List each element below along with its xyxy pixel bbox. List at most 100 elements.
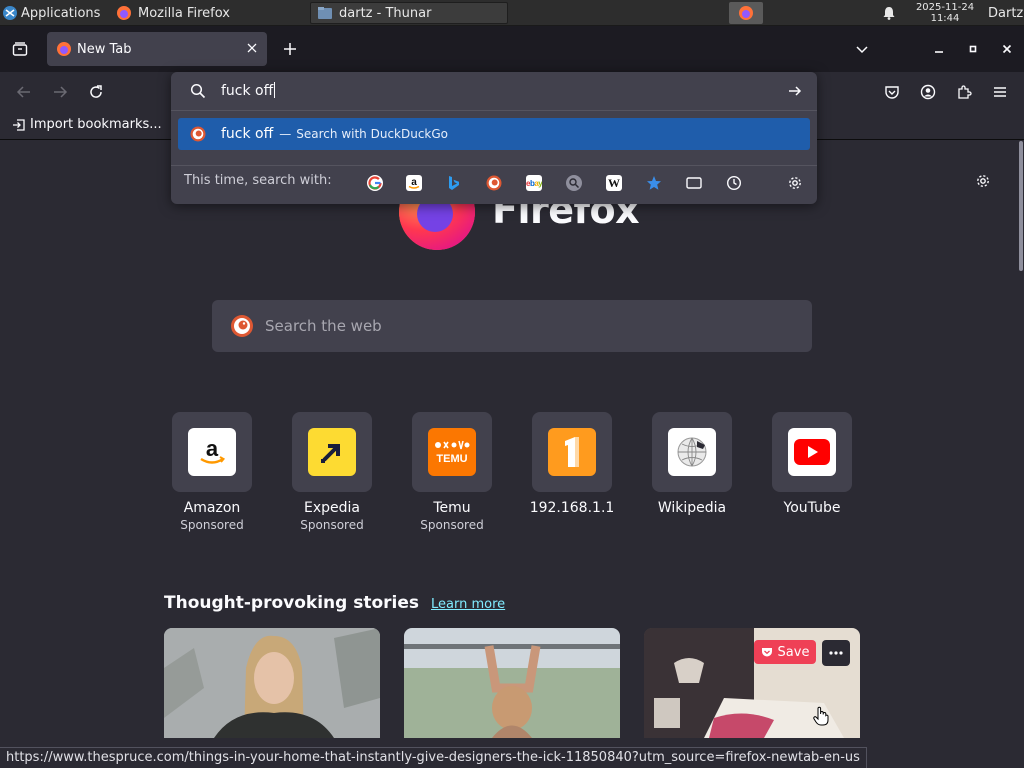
import-bookmarks-button[interactable]: Import bookmarks... xyxy=(12,117,162,132)
story-context-menu-button[interactable] xyxy=(822,640,850,666)
list-all-tabs-button[interactable] xyxy=(848,35,876,63)
gear-icon xyxy=(975,173,991,189)
new-tab-button[interactable] xyxy=(276,35,304,63)
tab-title: New Tab xyxy=(77,41,132,57)
web-search-box[interactable]: Search the web xyxy=(212,300,812,352)
back-button[interactable] xyxy=(10,78,38,106)
divider xyxy=(171,110,817,111)
top-site-label: Temu xyxy=(433,500,471,516)
close-window-button[interactable] xyxy=(993,35,1021,63)
wikipedia-icon[interactable]: W xyxy=(606,175,622,191)
wikipedia-globe-icon xyxy=(668,428,716,476)
bing-icon[interactable] xyxy=(446,175,462,191)
firefox-icon xyxy=(738,5,754,21)
close-tab-icon[interactable] xyxy=(247,43,257,53)
applications-menu[interactable]: Applications xyxy=(2,0,100,26)
top-site-192-168-1-1[interactable] xyxy=(532,412,612,492)
one-off-label: This time, search with: xyxy=(184,173,332,188)
save-label: Save xyxy=(777,644,810,660)
applications-label: Applications xyxy=(21,5,101,21)
top-site-label: 192.168.1.1 xyxy=(529,500,615,516)
page-scrollbar[interactable] xyxy=(1019,141,1023,271)
notifications-icon[interactable] xyxy=(882,0,896,26)
top-site-expedia[interactable] xyxy=(292,412,372,492)
maximize-button[interactable] xyxy=(959,35,987,63)
suggestion-action: Search with DuckDuckGo xyxy=(296,127,449,141)
stories-heading: Thought-provoking stories xyxy=(164,593,420,613)
top-site-label: Expedia xyxy=(304,500,360,516)
minimize-button[interactable] xyxy=(925,35,953,63)
story-card[interactable] xyxy=(164,628,380,738)
pocket-icon xyxy=(884,84,900,100)
arrow-left-icon xyxy=(16,84,32,100)
top-site-amazon[interactable]: a xyxy=(172,412,252,492)
tabs-icon[interactable] xyxy=(686,175,702,191)
customize-button[interactable] xyxy=(969,167,997,195)
minimize-icon xyxy=(934,44,944,54)
puzzle-icon xyxy=(956,84,972,100)
top-site-youtube[interactable] xyxy=(772,412,852,492)
address-bar-input[interactable]: fuck off xyxy=(221,82,275,99)
learn-more-link[interactable]: Learn more xyxy=(431,597,505,612)
hand-pointer-cursor-icon xyxy=(812,706,830,726)
clock[interactable]: 2025-11-24 11:44 xyxy=(910,0,980,26)
firefox-view-button[interactable] xyxy=(6,35,34,63)
svg-text:ebay: ebay xyxy=(526,179,542,188)
expedia-icon xyxy=(308,428,356,476)
search-engine-icon[interactable] xyxy=(566,175,582,191)
account-icon xyxy=(920,84,936,100)
search-settings-gear-icon[interactable] xyxy=(787,175,803,191)
top-site-temu[interactable]: TEMU xyxy=(412,412,492,492)
sponsored-label: Sponsored xyxy=(300,518,364,532)
import-icon xyxy=(12,118,26,132)
amazon-icon[interactable]: a xyxy=(406,175,422,191)
clock-date: 2025-11-24 xyxy=(915,2,975,13)
go-arrow-icon[interactable] xyxy=(787,83,803,99)
search-suggestion-row[interactable]: fuck off — Search with DuckDuckGo xyxy=(178,118,810,150)
story-card[interactable] xyxy=(404,628,620,738)
workspace-switcher[interactable] xyxy=(729,2,763,24)
temu-logo-text: TEMU xyxy=(436,453,468,465)
tab-new-tab[interactable]: New Tab xyxy=(47,32,267,66)
address-bar-dropdown: fuck off fuck off — Search with DuckDuck… xyxy=(171,72,817,204)
system-taskbar: Applications Mozilla Firefox dartz - Thu… xyxy=(0,0,1024,26)
reload-button[interactable] xyxy=(82,78,110,106)
reload-icon xyxy=(88,84,104,100)
story-card[interactable]: Save xyxy=(644,628,860,738)
chevron-down-icon xyxy=(855,42,869,56)
pocket-icon xyxy=(761,646,773,658)
svg-text:a: a xyxy=(411,177,417,188)
address-bar[interactable]: fuck off xyxy=(171,72,817,110)
app-menu-button[interactable] xyxy=(986,78,1014,106)
duckduckgo-icon xyxy=(190,126,206,142)
extensions-button[interactable] xyxy=(950,78,978,106)
account-button[interactable] xyxy=(914,78,942,106)
search-icon xyxy=(190,83,206,99)
temu-icon: TEMU xyxy=(428,428,476,476)
taskbar-window-label: Mozilla Firefox xyxy=(138,5,230,21)
pocket-button[interactable] xyxy=(878,78,906,106)
firefox-view-icon xyxy=(12,41,28,57)
top-site-label: YouTube xyxy=(783,500,841,516)
import-bookmarks-label: Import bookmarks... xyxy=(30,117,162,132)
user-menu[interactable]: Dartz xyxy=(988,0,1023,26)
save-to-pocket-button[interactable]: Save xyxy=(754,640,816,664)
clock-time: 11:44 xyxy=(930,13,960,24)
bookmark-star-icon[interactable] xyxy=(646,175,662,191)
taskbar-window-thunar[interactable]: dartz - Thunar xyxy=(310,2,508,24)
more-dots-icon xyxy=(829,651,843,655)
top-site-wikipedia[interactable] xyxy=(652,412,732,492)
story-image xyxy=(404,628,620,738)
sponsored-label: Sponsored xyxy=(180,518,244,532)
ebay-icon[interactable]: ebay xyxy=(526,175,542,191)
arrow-right-icon xyxy=(52,84,68,100)
taskbar-window-firefox[interactable]: Mozilla Firefox xyxy=(110,2,306,24)
suggestion-text: fuck off xyxy=(221,126,274,142)
history-clock-icon[interactable] xyxy=(726,175,742,191)
maximize-icon xyxy=(968,44,978,54)
duckduckgo-icon[interactable] xyxy=(486,175,502,191)
xfce-logo-icon xyxy=(2,5,18,21)
forward-button[interactable] xyxy=(46,78,74,106)
suggestion-separator: — xyxy=(279,127,292,141)
google-icon[interactable] xyxy=(367,175,383,191)
